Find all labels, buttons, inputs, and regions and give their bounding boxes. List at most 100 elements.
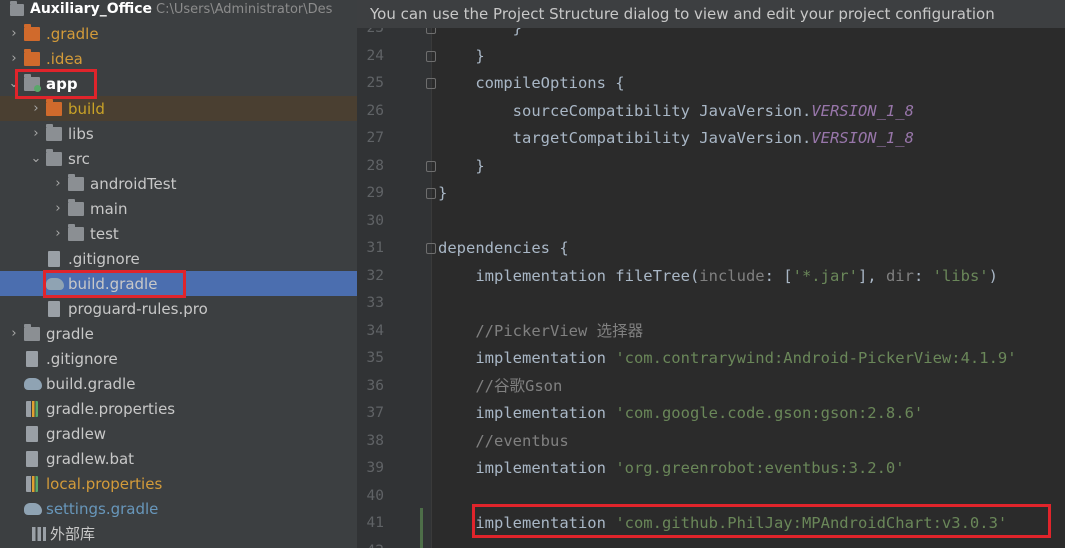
tree-item[interactable]: gradlew bbox=[0, 421, 357, 446]
code-token: } bbox=[438, 46, 485, 65]
code-line[interactable]: 29} bbox=[357, 180, 1065, 207]
module-dot-icon bbox=[34, 84, 41, 92]
code-token: 'com.github.PhilJay:MPAndroidChart:v3.0.… bbox=[615, 514, 1008, 532]
code-token: ], bbox=[857, 266, 886, 285]
line-number: 30 bbox=[366, 212, 384, 229]
code-line[interactable]: 31 dependencies { bbox=[357, 235, 1065, 262]
chevron-right-icon[interactable]: › bbox=[48, 176, 68, 191]
code-token: '*.jar' bbox=[792, 266, 858, 285]
tree-item[interactable]: gradlew.bat bbox=[0, 446, 357, 471]
code-text: implementation 'com.google.code.gson:gso… bbox=[438, 400, 923, 427]
code-line[interactable]: 34 //PickerView 选择器 bbox=[357, 318, 1065, 345]
tree-item[interactable]: › gradle bbox=[0, 321, 357, 346]
fold-marker-icon[interactable] bbox=[426, 188, 436, 199]
tree-item-label: .gitignore bbox=[68, 249, 140, 268]
code-token: implementation bbox=[438, 404, 616, 422]
code-line[interactable]: 28 } bbox=[357, 153, 1065, 180]
chevron-right-icon[interactable]: › bbox=[4, 326, 24, 341]
chevron-down-icon[interactable]: ⌄ bbox=[26, 151, 46, 166]
code-line[interactable]: 37 implementation 'com.google.code.gson:… bbox=[357, 400, 1065, 427]
tree-item[interactable]: .gitignore bbox=[0, 346, 357, 371]
code-token: 'libs' bbox=[932, 266, 989, 285]
project-folder-icon bbox=[10, 1, 24, 16]
chevron-right-icon[interactable]: › bbox=[48, 201, 68, 216]
code-line[interactable]: 24 } bbox=[357, 43, 1065, 70]
line-number: 26 bbox=[366, 102, 384, 119]
code-line[interactable]: 25 compileOptions { bbox=[357, 70, 1065, 97]
project-root-row[interactable]: Auxiliary_Office C:\Users\Administrator\… bbox=[0, 0, 357, 18]
tree-item-label: gradlew.bat bbox=[46, 449, 135, 468]
line-number: 31 bbox=[366, 240, 384, 256]
tree-item-label: androidTest bbox=[90, 174, 177, 193]
code-line[interactable]: 35 implementation 'com.contrarywind:Andr… bbox=[357, 345, 1065, 372]
code-line[interactable]: 41 implementation 'com.github.PhilJay:MP… bbox=[357, 510, 1065, 537]
tree-item-label: build.gradle bbox=[46, 374, 136, 393]
code-line[interactable]: 36 //谷歌Gson bbox=[357, 373, 1065, 400]
code-token: 'org.greenrobot:eventbus:3.2.0' bbox=[615, 459, 905, 477]
chevron-right-icon[interactable]: › bbox=[48, 226, 68, 241]
tree-item[interactable]: build.gradle bbox=[0, 371, 357, 396]
script-file-icon bbox=[26, 425, 38, 442]
tree-item[interactable]: › build bbox=[0, 96, 357, 121]
tree-item-label: build.gradle bbox=[68, 274, 158, 293]
folder-icon bbox=[46, 123, 62, 141]
code-token: VERSION_1_8 bbox=[811, 129, 914, 147]
project-name: Auxiliary_Office bbox=[30, 1, 153, 17]
code-line[interactable]: 40 bbox=[357, 483, 1065, 510]
code-line[interactable]: 42 bbox=[357, 538, 1065, 548]
tree-item[interactable]: settings.gradle bbox=[0, 496, 357, 521]
tree-item-label: libs bbox=[68, 124, 94, 143]
tree-item[interactable]: › androidTest bbox=[0, 171, 357, 196]
folder-icon bbox=[68, 223, 84, 241]
tree-item[interactable]: › main bbox=[0, 196, 357, 221]
gitignore-file-icon bbox=[26, 350, 38, 367]
code-token: } bbox=[438, 156, 485, 175]
fold-marker-icon[interactable] bbox=[426, 50, 436, 62]
code-text: //eventbus bbox=[438, 428, 568, 455]
code-token: implementation bbox=[438, 514, 616, 532]
code-line[interactable]: 26 sourceCompatibility JavaVersion.VERSI… bbox=[357, 98, 1065, 125]
fold-marker-icon[interactable] bbox=[426, 78, 436, 89]
tree-item[interactable]: gradle.properties bbox=[0, 396, 357, 421]
line-number: 29 bbox=[366, 185, 384, 201]
code-editor[interactable]: 23 } 24 } 25 compileOptions {26 sourceComp… bbox=[357, 0, 1065, 548]
code-token: implementation bbox=[438, 459, 616, 477]
tree-item[interactable]: › .idea bbox=[0, 46, 357, 71]
tree-item[interactable]: › .gradle bbox=[0, 21, 357, 46]
line-number: 42 bbox=[357, 538, 384, 548]
tree-item-label: .gradle bbox=[46, 24, 99, 43]
chevron-right-icon[interactable]: › bbox=[4, 26, 24, 41]
fold-marker-icon[interactable] bbox=[426, 243, 436, 254]
tree-item[interactable]: ⌄ src bbox=[0, 146, 357, 171]
tree-item[interactable]: local.properties bbox=[0, 471, 357, 496]
chevron-right-icon[interactable]: › bbox=[26, 126, 46, 141]
fold-marker-icon[interactable] bbox=[426, 160, 436, 172]
tree-item[interactable]: › test bbox=[0, 221, 357, 246]
code-token: : bbox=[913, 266, 933, 285]
folder-orange-icon bbox=[46, 98, 62, 116]
code-line[interactable]: 39 implementation 'org.greenrobot:eventb… bbox=[357, 455, 1065, 482]
code-line[interactable]: 38 //eventbus bbox=[357, 428, 1065, 455]
chevron-right-icon[interactable]: › bbox=[26, 101, 46, 116]
code-line[interactable]: 32 implementation fileTree(include: ['*.… bbox=[357, 263, 1065, 290]
chevron-right-icon[interactable]: › bbox=[4, 51, 24, 66]
tree-item[interactable]: build.gradle bbox=[0, 271, 357, 296]
gradle-elephant-icon bbox=[24, 377, 42, 390]
text-file-icon bbox=[48, 300, 60, 317]
chevron-down-icon[interactable]: ⌄ bbox=[4, 76, 24, 91]
tree-item[interactable]: .gitignore bbox=[0, 246, 357, 271]
tree-item[interactable]: 外部库 bbox=[0, 521, 357, 546]
folder-icon bbox=[68, 173, 84, 191]
code-token: ) bbox=[988, 266, 998, 285]
tree-item-label: .gitignore bbox=[46, 349, 118, 368]
code-line[interactable]: 33 bbox=[357, 290, 1065, 317]
tree-item[interactable]: › libs bbox=[0, 121, 357, 146]
code-token: 'com.contrarywind:Android-PickerView:4.1… bbox=[615, 349, 1017, 367]
gradle-elephant-icon bbox=[46, 277, 64, 290]
tree-item[interactable]: proguard-rules.pro bbox=[0, 296, 357, 321]
tree-item[interactable]: ⌄ app bbox=[0, 71, 357, 96]
line-number: 39 bbox=[366, 460, 384, 476]
code-token: : [ bbox=[764, 266, 793, 285]
code-line[interactable]: 27 targetCompatibility JavaVersion.VERSI… bbox=[357, 125, 1065, 152]
code-line[interactable]: 30 bbox=[357, 208, 1065, 235]
